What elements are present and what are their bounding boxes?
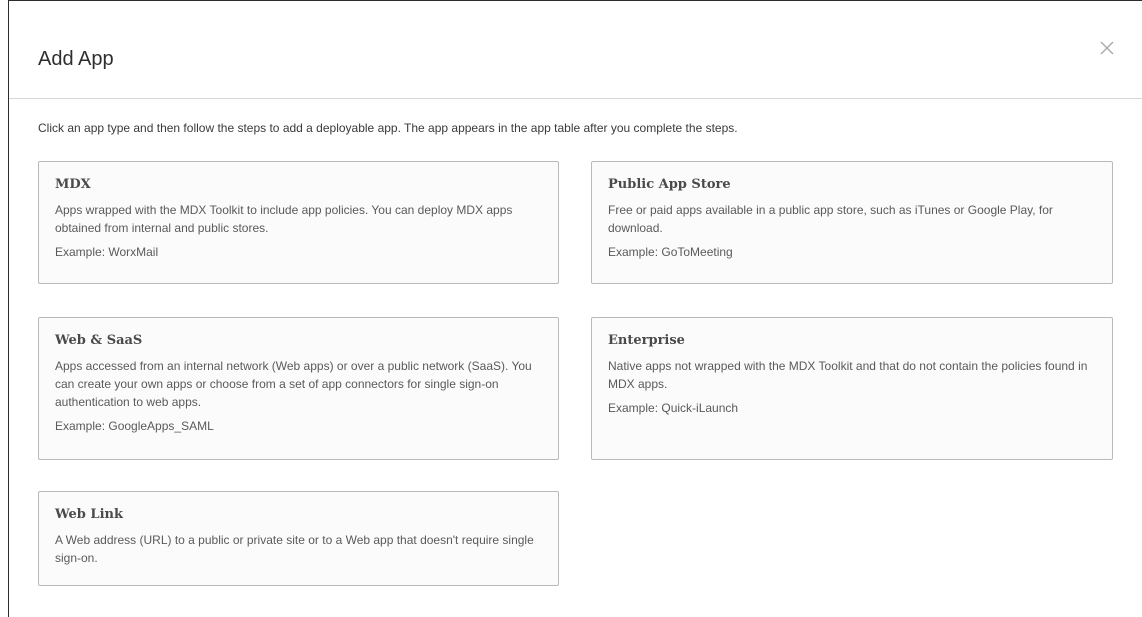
card-title: Public App Store: [608, 177, 731, 192]
card-example: Example: Quick-iLaunch: [608, 401, 739, 415]
app-type-card-public-app-store[interactable]: Public App Store Free or paid apps avail…: [591, 161, 1113, 284]
app-type-card-enterprise[interactable]: Enterprise Native apps not wrapped with …: [591, 317, 1113, 460]
add-app-dialog: Add App Click an app type and then follo…: [8, 0, 1142, 617]
card-title: Enterprise: [608, 333, 685, 348]
card-description: Free or paid apps available in a public …: [608, 203, 1053, 235]
intro-text: Click an app type and then follow the st…: [38, 121, 738, 135]
card-title: Web & SaaS: [55, 333, 143, 348]
card-description: Native apps not wrapped with the MDX Too…: [608, 359, 1088, 391]
dialog-header: Add App: [9, 1, 1142, 99]
card-example: Example: GoogleApps_SAML: [55, 419, 214, 433]
dialog-title: Add App: [38, 48, 114, 70]
app-type-card-web-saas[interactable]: Web & SaaS Apps accessed from an interna…: [38, 317, 559, 460]
card-description: Apps wrapped with the MDX Toolkit to inc…: [55, 203, 513, 235]
card-example: Example: GoToMeeting: [608, 245, 733, 259]
card-example: Example: WorxMail: [55, 245, 159, 259]
card-title: MDX: [55, 177, 91, 192]
app-type-card-web-link[interactable]: Web Link A Web address (URL) to a public…: [38, 491, 559, 586]
close-icon: [1100, 41, 1114, 55]
app-type-card-mdx[interactable]: MDX Apps wrapped with the MDX Toolkit to…: [38, 161, 559, 284]
card-title: Web Link: [55, 507, 123, 522]
card-description: A Web address (URL) to a public or priva…: [55, 533, 534, 565]
close-button[interactable]: [1098, 39, 1116, 57]
card-description: Apps accessed from an internal network (…: [55, 359, 532, 409]
